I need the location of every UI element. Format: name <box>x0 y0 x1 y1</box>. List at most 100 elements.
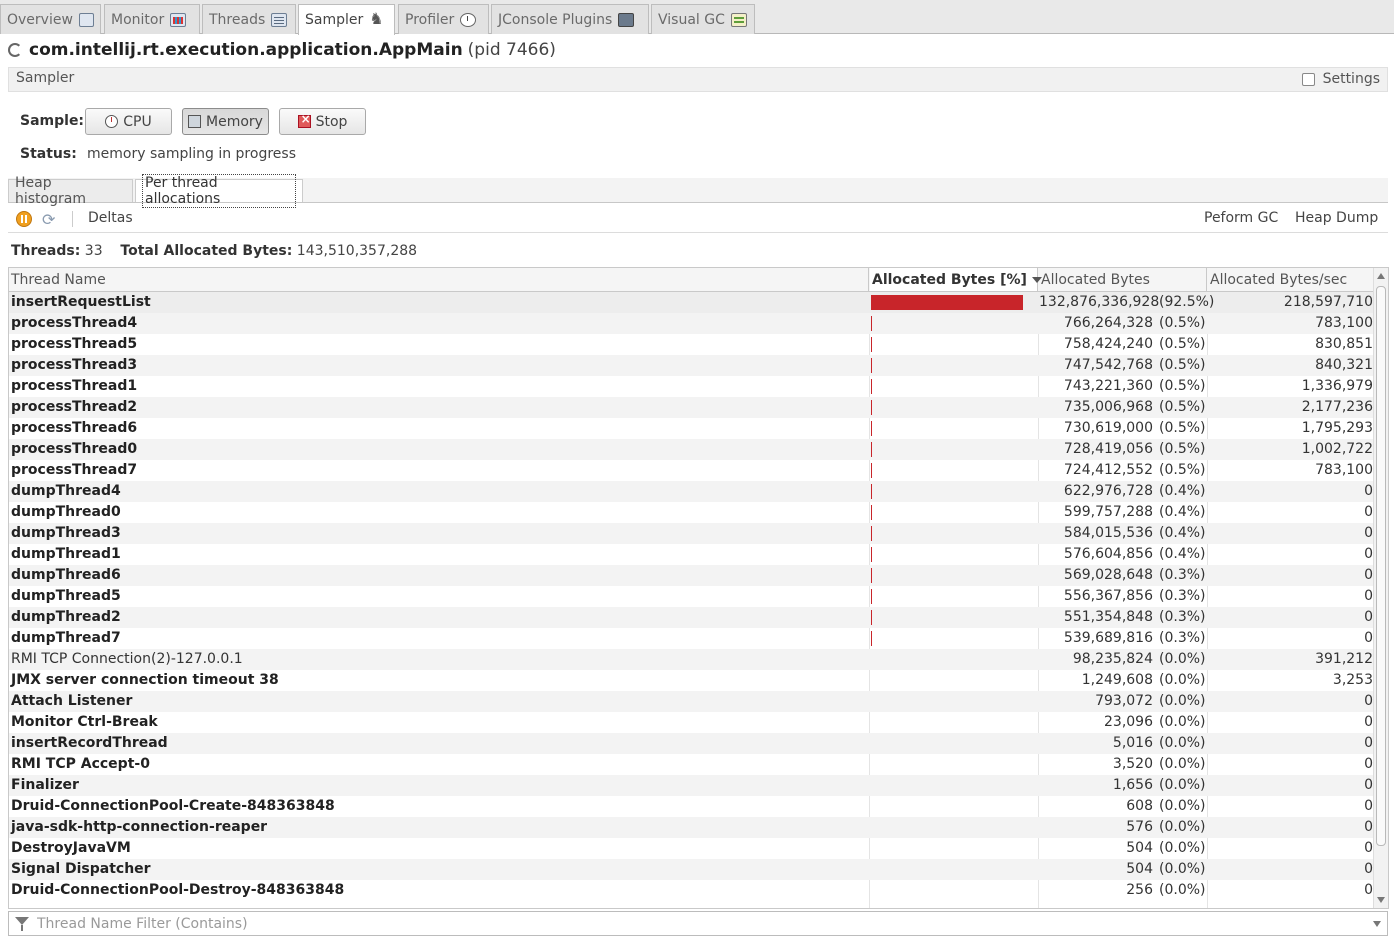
allocated-percent-cell: (0.0%) <box>1159 777 1206 793</box>
table-row[interactable]: RMI TCP Connection(2)-127.0.0.1 98,235,82… <box>9 649 1374 670</box>
stop-icon <box>297 112 311 128</box>
table-row[interactable]: JMX server connection timeout 38 1,249,60… <box>9 670 1374 691</box>
tab-jconsole-plugins[interactable]: JConsole Plugins <box>491 4 649 34</box>
table-row[interactable]: Druid-ConnectionPool-Destroy-848363848 25… <box>9 880 1374 901</box>
table-row[interactable]: Attach Listener 793,072 (0.0%) 0 <box>9 691 1374 712</box>
scroll-up-arrow-icon[interactable] <box>1377 273 1385 279</box>
table-row[interactable]: insertRecordThread 5,016 (0.0%) 0 <box>9 733 1374 754</box>
tab-overview-label: Overview <box>7 11 73 28</box>
scrollbar-thumb[interactable] <box>1376 286 1386 846</box>
allocated-bytes-cell: 743,221,360 <box>1063 378 1153 394</box>
allocated-percent-cell: (0.5%) <box>1159 357 1206 373</box>
tab-profiler-label: Profiler <box>405 11 455 28</box>
table-row[interactable]: RMI TCP Accept-0 3,520 (0.0%) 0 <box>9 754 1374 775</box>
allocation-rate-cell: 2,177,236 <box>1301 399 1373 415</box>
table-row[interactable]: dumpThread1 576,604,856 (0.4%) 0 <box>9 544 1374 565</box>
tab-threads[interactable]: Threads <box>202 4 296 34</box>
table-row[interactable]: dumpThread2 551,354,848 (0.3%) 0 <box>9 607 1374 628</box>
deltas-toggle[interactable]: Deltas <box>88 210 133 226</box>
refresh-icon[interactable]: ⟳ <box>42 210 55 229</box>
allocated-percent-cell: (0.0%) <box>1159 819 1206 835</box>
cpu-button[interactable]: CPU <box>85 108 172 135</box>
pause-icon[interactable] <box>16 211 32 227</box>
allocation-rate-cell: 0 <box>1364 483 1373 499</box>
cpu-button-label: CPU <box>123 113 152 130</box>
table-row[interactable]: dumpThread5 556,367,856 (0.3%) 0 <box>9 586 1374 607</box>
allocation-bar-cell <box>871 733 1039 754</box>
table-row[interactable]: processThread3 747,542,768 (0.5%) 840,321 <box>9 355 1374 376</box>
column-thread-name[interactable]: Thread Name <box>9 268 869 291</box>
table-row[interactable]: dumpThread3 584,015,536 (0.4%) 0 <box>9 523 1374 544</box>
table-row[interactable]: dumpThread6 569,028,648 (0.3%) 0 <box>9 565 1374 586</box>
allocation-rate-cell: 0 <box>1364 840 1373 856</box>
thread-name-cell: dumpThread4 <box>11 483 121 499</box>
table-row[interactable]: processThread5 758,424,240 (0.5%) 830,851 <box>9 334 1374 355</box>
memory-button[interactable]: Memory <box>182 108 269 135</box>
tab-sampler[interactable]: Sampler <box>298 4 395 35</box>
thread-name-filter-input[interactable] <box>37 914 1357 934</box>
table-row[interactable]: DestroyJavaVM 504 (0.0%) 0 <box>9 838 1374 859</box>
tab-heap-histogram[interactable]: Heap histogram <box>8 175 133 207</box>
thread-allocations-table: Thread Name Allocated Bytes [%] Allocate… <box>8 267 1389 909</box>
allocated-bytes-cell: 622,976,728 <box>1063 483 1153 499</box>
allocation-rate-cell: 0 <box>1364 714 1373 730</box>
table-row[interactable]: Signal Dispatcher 504 (0.0%) 0 <box>9 859 1374 880</box>
table-row[interactable]: processThread7 724,412,552 (0.5%) 783,100 <box>9 460 1374 481</box>
table-row[interactable]: processThread6 730,619,000 (0.5%) 1,795,293 <box>9 418 1374 439</box>
thread-name-cell: insertRecordThread <box>11 735 168 751</box>
allocated-bytes-cell: 747,542,768 <box>1063 357 1153 373</box>
tab-profiler[interactable]: Profiler <box>398 4 489 34</box>
allocation-rate-cell: 0 <box>1364 798 1373 814</box>
scroll-down-arrow-icon[interactable] <box>1377 897 1385 903</box>
profiler-icon <box>460 12 477 27</box>
tab-overview[interactable]: Overview <box>0 4 101 34</box>
column-allocated-bytes[interactable]: Allocated Bytes <box>1039 268 1207 291</box>
results-tab-bar: Heap histogram Per thread allocations <box>8 174 1388 208</box>
allocation-rate-cell: 0 <box>1364 630 1373 646</box>
column-allocated-bytes-sec[interactable]: Allocated Bytes/sec <box>1208 268 1374 291</box>
table-row[interactable]: processThread2 735,006,968 (0.5%) 2,177,236 <box>9 397 1374 418</box>
allocation-bar <box>871 421 872 436</box>
table-row[interactable]: dumpThread4 622,976,728 (0.4%) 0 <box>9 481 1374 502</box>
table-row[interactable]: dumpThread0 599,757,288 (0.4%) 0 <box>9 502 1374 523</box>
page-title: com.intellij.rt.execution.application.Ap… <box>8 39 556 61</box>
allocation-rate-cell: 0 <box>1364 735 1373 751</box>
thread-name-cell: dumpThread6 <box>11 567 121 583</box>
column-allocated-percent[interactable]: Allocated Bytes [%] <box>870 268 1038 291</box>
allocation-bar-cell <box>871 418 1039 439</box>
allocated-percent-cell: (0.5%) <box>1159 336 1206 352</box>
tab-sampler-label: Sampler <box>305 12 364 28</box>
table-row[interactable]: insertRequestList 132,876,336,928 (92.5%) 2… <box>9 292 1374 313</box>
allocation-bar-cell <box>871 796 1039 817</box>
table-scrollbar[interactable] <box>1373 268 1388 908</box>
allocated-percent-cell: (0.5%) <box>1159 399 1206 415</box>
allocated-bytes-cell: 551,354,848 <box>1063 609 1153 625</box>
settings-checkbox[interactable] <box>1301 72 1315 86</box>
perform-gc-button[interactable]: Peform GC <box>1204 210 1278 226</box>
heap-dump-button[interactable]: Heap Dump <box>1295 210 1378 226</box>
table-row[interactable]: processThread0 728,419,056 (0.5%) 1,002,722 <box>9 439 1374 460</box>
allocation-bar <box>871 610 872 625</box>
filter-history-dropdown-icon[interactable] <box>1373 921 1381 927</box>
table-row[interactable]: dumpThread7 539,689,816 (0.3%) 0 <box>9 628 1374 649</box>
tab-monitor[interactable]: Monitor <box>104 4 200 34</box>
settings-toggle[interactable]: Settings <box>1301 71 1380 87</box>
table-row[interactable]: java-sdk-http-connection-reaper 576 (0.0%)… <box>9 817 1374 838</box>
tab-per-thread-allocations[interactable]: Per thread allocations <box>135 174 303 208</box>
table-row[interactable]: Finalizer 1,656 (0.0%) 0 <box>9 775 1374 796</box>
tab-visual-gc[interactable]: Visual GC <box>651 4 755 34</box>
table-row[interactable]: processThread1 743,221,360 (0.5%) 1,336,979 <box>9 376 1374 397</box>
allocated-bytes-cell: 576 <box>1126 819 1153 835</box>
table-row[interactable]: processThread4 766,264,328 (0.5%) 783,100 <box>9 313 1374 334</box>
table-row[interactable]: Druid-ConnectionPool-Create-848363848 608… <box>9 796 1374 817</box>
thread-name-cell: RMI TCP Accept-0 <box>11 756 150 772</box>
allocated-percent-cell: (0.0%) <box>1159 693 1206 709</box>
allocation-rate-cell: 0 <box>1364 567 1373 583</box>
allocation-bar-cell <box>871 397 1039 418</box>
stop-button[interactable]: Stop <box>279 108 366 135</box>
allocated-percent-cell: (0.0%) <box>1159 861 1206 877</box>
process-pid: (pid 7466) <box>467 40 556 60</box>
status-label: Status: <box>20 146 77 162</box>
allocated-percent-cell: (0.0%) <box>1159 735 1206 751</box>
table-row[interactable]: Monitor Ctrl-Break 23,096 (0.0%) 0 <box>9 712 1374 733</box>
